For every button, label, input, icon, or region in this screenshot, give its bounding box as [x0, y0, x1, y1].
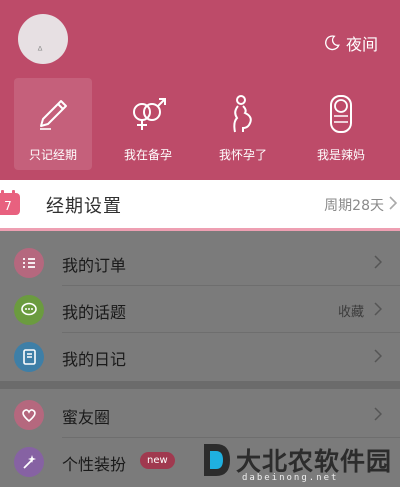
chevron-right-icon [374, 349, 382, 363]
period-cycle-value: 周期28天 [324, 198, 384, 214]
watermark-subtext: dabeinong.net [242, 473, 339, 483]
menu-list: 我的订单 我的话题 收藏 我的日记 [0, 231, 400, 381]
chevron-right-icon [389, 196, 398, 210]
night-mode-label: 夜间 [345, 35, 378, 54]
new-badge: new [140, 452, 175, 469]
menu-item-label: 蜜友圈 [62, 408, 111, 427]
diary-icon [14, 342, 44, 372]
watermark-logo-icon [204, 444, 230, 476]
mode-mom[interactable]: 我是辣妈 [302, 78, 380, 170]
mode-preparing-pregnancy[interactable]: 我在备孕 [109, 78, 187, 170]
profile-header: ᐞ 夜间 只记经期 我在备孕 我怀孕了 我是辣妈 [0, 0, 400, 180]
chevron-right-icon [374, 407, 382, 421]
mode-pregnant[interactable]: 我怀孕了 [204, 78, 282, 170]
avatar-placeholder-icon: ᐞ [37, 44, 43, 57]
menu-item-label: 我的日记 [62, 350, 127, 369]
menu-item-label: 我的话题 [62, 303, 127, 322]
mode-selector: 只记经期 我在备孕 我怀孕了 我是辣妈 [0, 78, 400, 173]
chat-bubble-icon [14, 295, 44, 325]
menu-item-value: 收藏 [337, 305, 364, 320]
chevron-right-icon [374, 302, 382, 316]
mode-label: 我在备孕 [123, 148, 172, 162]
moon-icon [325, 35, 340, 51]
night-mode-toggle[interactable]: 夜间 [323, 31, 378, 55]
menu-item-label: 我的订单 [62, 256, 127, 275]
period-settings-title: 经期设置 [46, 196, 122, 217]
calendar-icon: 7 [0, 190, 20, 215]
gender-symbols-icon [133, 98, 166, 130]
svg-text:7: 7 [4, 199, 12, 213]
menu-item-friends-circle[interactable]: 蜜友圈 [0, 391, 400, 438]
menu-item-label: 个性装扮 [62, 455, 127, 474]
order-list-icon [14, 248, 44, 278]
pen-icon [40, 100, 67, 130]
baby-icon [330, 95, 352, 133]
mode-label: 我怀孕了 [218, 148, 267, 162]
menu-item-orders[interactable]: 我的订单 [0, 239, 400, 286]
section-gap [0, 381, 400, 389]
period-settings-row[interactable]: 7 经期设置 周期28天 [0, 180, 400, 228]
magic-wand-icon [14, 447, 44, 477]
mode-label: 我是辣妈 [316, 148, 365, 162]
chevron-right-icon [374, 255, 382, 269]
pregnant-icon [233, 95, 252, 133]
mode-label: 只记经期 [28, 148, 77, 162]
avatar[interactable]: ᐞ [18, 14, 68, 64]
menu-item-topics[interactable]: 我的话题 收藏 [0, 286, 400, 333]
heart-circle-icon [14, 400, 44, 430]
watermark: 大北农软件园 dabeinong.net [196, 440, 400, 487]
mode-period-only[interactable]: 只记经期 [14, 78, 92, 170]
menu-item-diary[interactable]: 我的日记 [0, 333, 400, 380]
